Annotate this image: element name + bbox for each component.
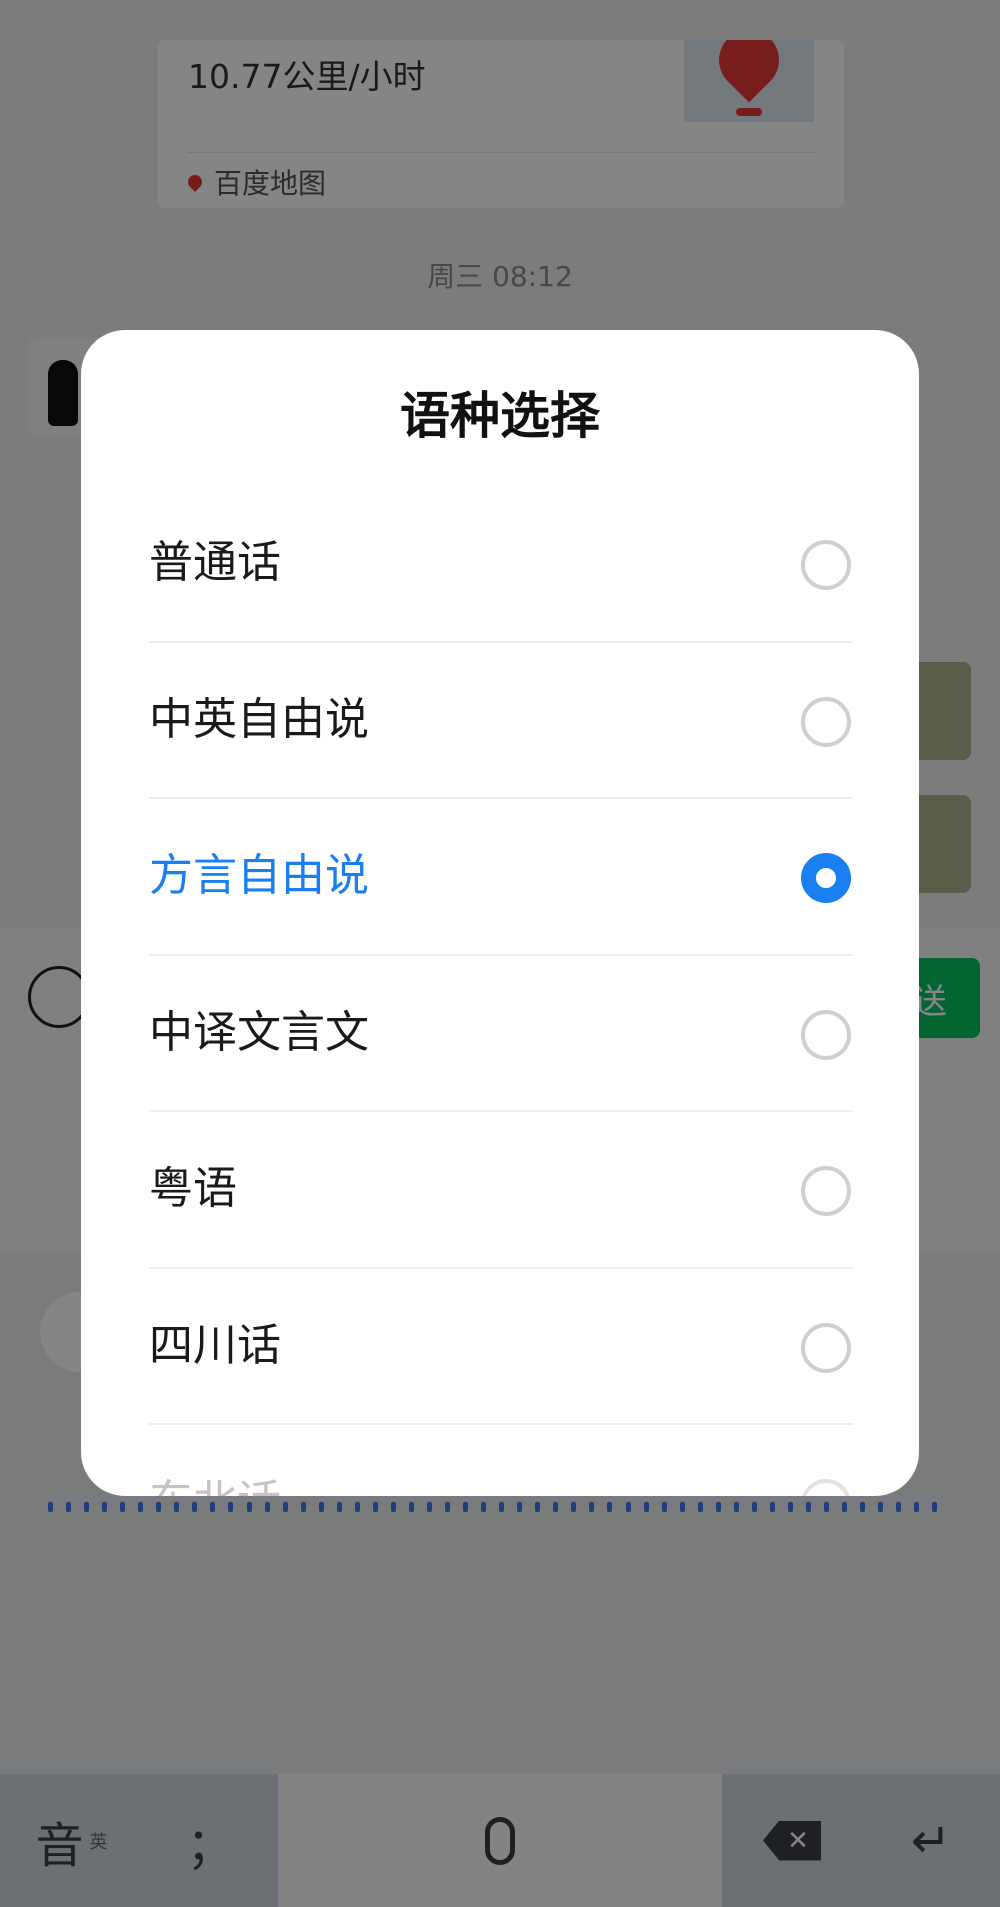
radio-unchecked-icon[interactable] (801, 696, 851, 747)
language-option[interactable]: 四川话 (149, 1269, 853, 1425)
language-option-label: 普通话 (149, 537, 281, 588)
language-option[interactable]: 中英自由说 (149, 643, 853, 799)
dialog-title: 语种选择 (400, 387, 600, 445)
radio-unchecked-icon[interactable] (801, 1322, 851, 1373)
language-select-dialog: 语种选择 普通话中英自由说方言自由说中译文言文粤语四川话东北话 (81, 330, 919, 1496)
language-option[interactable]: 粤语 (149, 1112, 853, 1269)
radio-unchecked-icon[interactable] (801, 1009, 851, 1060)
language-option-label: 四川话 (149, 1319, 281, 1371)
radio-unchecked-icon[interactable] (801, 1166, 851, 1216)
language-option-label: 方言自由说 (149, 850, 369, 901)
language-option-label: 中译文言文 (149, 1006, 369, 1058)
language-option-label: 粤语 (149, 1163, 237, 1214)
radio-checked-icon[interactable] (801, 853, 851, 903)
language-option-label: 东北话 (149, 1425, 281, 1496)
language-option[interactable]: 方言自由说 (149, 799, 853, 956)
language-option[interactable]: 东北话 (149, 1425, 853, 1496)
language-option[interactable]: 普通话 (149, 486, 853, 643)
language-option-list: 普通话中英自由说方言自由说中译文言文粤语四川话东北话 (149, 486, 853, 1496)
language-option[interactable]: 中译文言文 (149, 956, 853, 1112)
radio-unchecked-icon[interactable] (801, 1479, 851, 1496)
radio-unchecked-icon[interactable] (801, 540, 851, 590)
language-option-label: 中英自由说 (149, 693, 369, 745)
